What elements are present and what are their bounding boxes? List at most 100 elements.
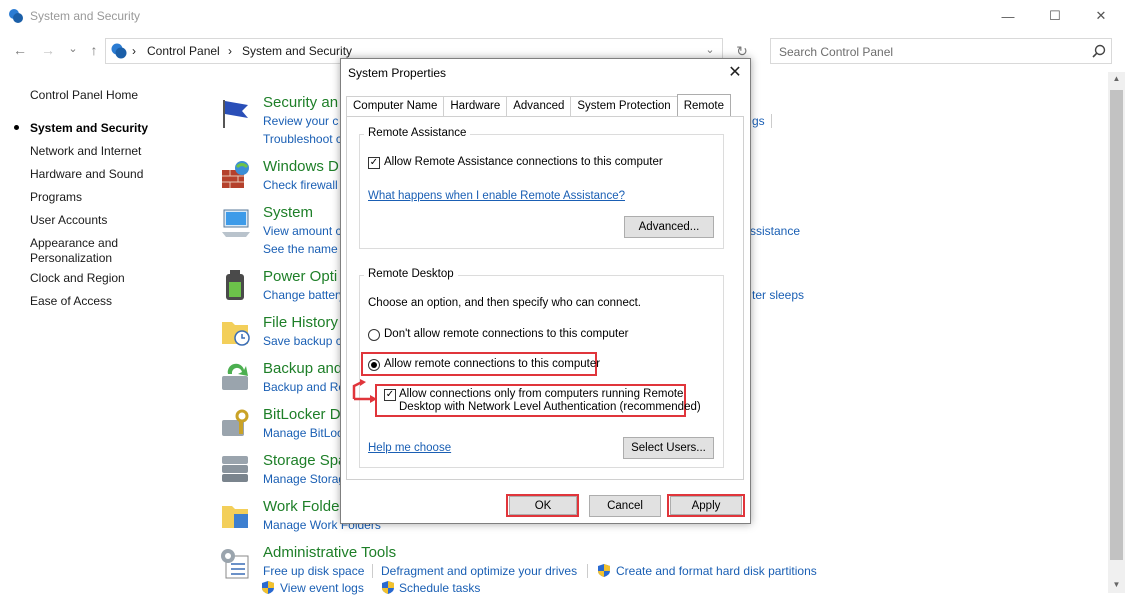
category-title-security[interactable]: Security an: [263, 94, 338, 111]
scroll-up-icon[interactable]: ▲: [1110, 74, 1123, 83]
firewall-icon: [222, 161, 249, 188]
battery-icon: [226, 270, 244, 300]
flag-icon: [223, 100, 248, 128]
close-button[interactable]: ✕: [1078, 0, 1124, 32]
forward-button[interactable]: →: [40, 42, 56, 58]
category-title-bitlocker[interactable]: BitLocker D: [263, 406, 341, 423]
sidebar-item-user-accounts[interactable]: User Accounts: [30, 213, 107, 227]
category-title-file-history[interactable]: File History: [263, 314, 338, 331]
ok-button[interactable]: OK: [509, 496, 577, 515]
allow-remote-assistance-label[interactable]: Allow Remote Assistance connections to t…: [384, 156, 663, 168]
maximize-button[interactable]: ☐: [1032, 0, 1078, 32]
admin-tools-icon: [221, 549, 249, 579]
allow-remote-label[interactable]: Allow remote connections to this compute…: [384, 358, 600, 370]
category-link[interactable]: Manage Storag: [263, 472, 345, 486]
category-title-backup[interactable]: Backup and: [263, 360, 342, 377]
storage-icon: [222, 456, 248, 482]
breadcrumb-control-panel[interactable]: Control Panel: [147, 44, 220, 58]
category-title-power[interactable]: Power Opti: [263, 268, 337, 285]
tab-hardware[interactable]: Hardware: [443, 96, 508, 116]
control-panel-icon: [9, 9, 23, 23]
sidebar-item-control-panel-home[interactable]: Control Panel Home: [30, 88, 138, 102]
window-title: System and Security: [30, 9, 141, 23]
category-link[interactable]: Manage BitLoc: [263, 426, 343, 440]
search-placeholder: Search Control Panel: [779, 45, 894, 59]
separator: [372, 564, 373, 578]
sidebar-item-hardware-and-sound[interactable]: Hardware and Sound: [30, 167, 143, 181]
red-arrow-icon: [352, 379, 377, 403]
address-dropdown-icon[interactable]: ⌄: [702, 43, 718, 56]
nla-checkbox[interactable]: ✓: [384, 389, 396, 401]
admin-link-disk-partitions[interactable]: Create and format hard disk partitions: [616, 564, 817, 578]
folder-clock-icon: [222, 322, 250, 346]
sidebar-item-appearance[interactable]: Appearance and: [30, 236, 118, 250]
cancel-button[interactable]: Cancel: [589, 495, 661, 517]
breadcrumb-system-and-security[interactable]: System and Security: [242, 44, 352, 58]
category-link[interactable]: See the name c: [263, 242, 347, 256]
tab-remote[interactable]: Remote: [676, 94, 731, 116]
sidebar-item-clock-and-region[interactable]: Clock and Region: [30, 271, 125, 285]
tab-advanced[interactable]: Advanced: [506, 96, 572, 116]
separator: [587, 564, 588, 578]
category-title-firewall[interactable]: Windows D: [263, 158, 339, 175]
breadcrumb-separator: ›: [132, 44, 136, 58]
dialog-title: System Properties: [348, 66, 447, 80]
recent-locations-dropdown[interactable]: ⌄: [65, 42, 81, 55]
work-folders-icon: [222, 506, 248, 528]
tab-system-protection[interactable]: System Protection: [570, 96, 678, 116]
nla-label-line2[interactable]: Desktop with Network Level Authenticatio…: [399, 401, 701, 413]
right-link-fragment[interactable]: ssistance: [750, 224, 800, 238]
backup-icon: [222, 363, 248, 390]
advanced-button[interactable]: Advanced...: [624, 216, 714, 238]
tab-strip: Computer Name Hardware Advanced System P…: [346, 94, 731, 116]
category-link[interactable]: Review your c: [263, 114, 338, 128]
search-input[interactable]: Search Control Panel: [770, 38, 1112, 64]
scrollbar-thumb[interactable]: [1110, 90, 1123, 560]
category-link[interactable]: Backup and Re: [263, 380, 345, 394]
apply-button[interactable]: Apply: [670, 496, 742, 515]
dont-allow-label[interactable]: Don't allow remote connections to this c…: [384, 328, 628, 340]
sidebar-item-network-and-internet[interactable]: Network and Internet: [30, 144, 141, 158]
control-panel-icon: [111, 43, 127, 59]
back-button[interactable]: ←: [12, 42, 28, 58]
right-link-fragment[interactable]: ter sleeps: [752, 288, 804, 302]
title-bar: [0, 0, 1125, 32]
computer-icon: [222, 209, 250, 237]
sidebar-item-programs[interactable]: Programs: [30, 190, 82, 204]
tab-computer-name[interactable]: Computer Name: [346, 96, 445, 116]
category-title-admin-tools[interactable]: Administrative Tools: [263, 544, 396, 561]
allow-remote-assistance-checkbox[interactable]: ✓: [368, 157, 380, 169]
up-button[interactable]: ↑: [86, 42, 102, 58]
sidebar-item-system-and-security[interactable]: System and Security: [30, 121, 148, 135]
select-users-button[interactable]: Select Users...: [623, 437, 714, 459]
remote-desktop-instruction: Choose an option, and then specify who c…: [368, 297, 641, 309]
category-title-system[interactable]: System: [263, 204, 313, 221]
what-happens-link[interactable]: What happens when I enable Remote Assist…: [368, 190, 625, 202]
remote-assistance-label: Remote Assistance: [364, 127, 471, 139]
shield-icon: [598, 564, 610, 577]
right-link-fragment[interactable]: gs: [752, 114, 765, 128]
scroll-down-icon[interactable]: ▼: [1110, 580, 1123, 589]
dont-allow-radio[interactable]: [368, 329, 380, 341]
bitlocker-icon: [222, 409, 249, 436]
remote-desktop-label: Remote Desktop: [364, 268, 458, 280]
category-link[interactable]: Change battery: [263, 288, 345, 302]
separator: [771, 114, 772, 128]
minimize-button[interactable]: —: [985, 0, 1031, 32]
category-link[interactable]: Check firewall: [263, 178, 338, 192]
search-icon[interactable]: [1092, 44, 1106, 58]
category-link[interactable]: Troubleshoot c: [263, 132, 342, 146]
category-link[interactable]: Save backup co: [263, 334, 348, 348]
selected-indicator: [14, 125, 19, 130]
category-link[interactable]: View amount c: [263, 224, 342, 238]
dialog-close-button[interactable]: ✕: [724, 62, 746, 82]
allow-remote-radio[interactable]: [368, 359, 380, 371]
admin-link-defragment[interactable]: Defragment and optimize your drives: [381, 564, 577, 578]
category-title-work-folders[interactable]: Work Folde: [263, 498, 339, 515]
sidebar-item-personalization[interactable]: Personalization: [30, 251, 112, 265]
sidebar-item-ease-of-access[interactable]: Ease of Access: [30, 294, 112, 308]
admin-link-free-disk[interactable]: Free up disk space: [263, 564, 364, 578]
category-title-storage[interactable]: Storage Spa: [263, 452, 346, 469]
help-me-choose-link[interactable]: Help me choose: [368, 442, 451, 454]
nla-label-line1[interactable]: Allow connections only from computers ru…: [399, 388, 683, 400]
